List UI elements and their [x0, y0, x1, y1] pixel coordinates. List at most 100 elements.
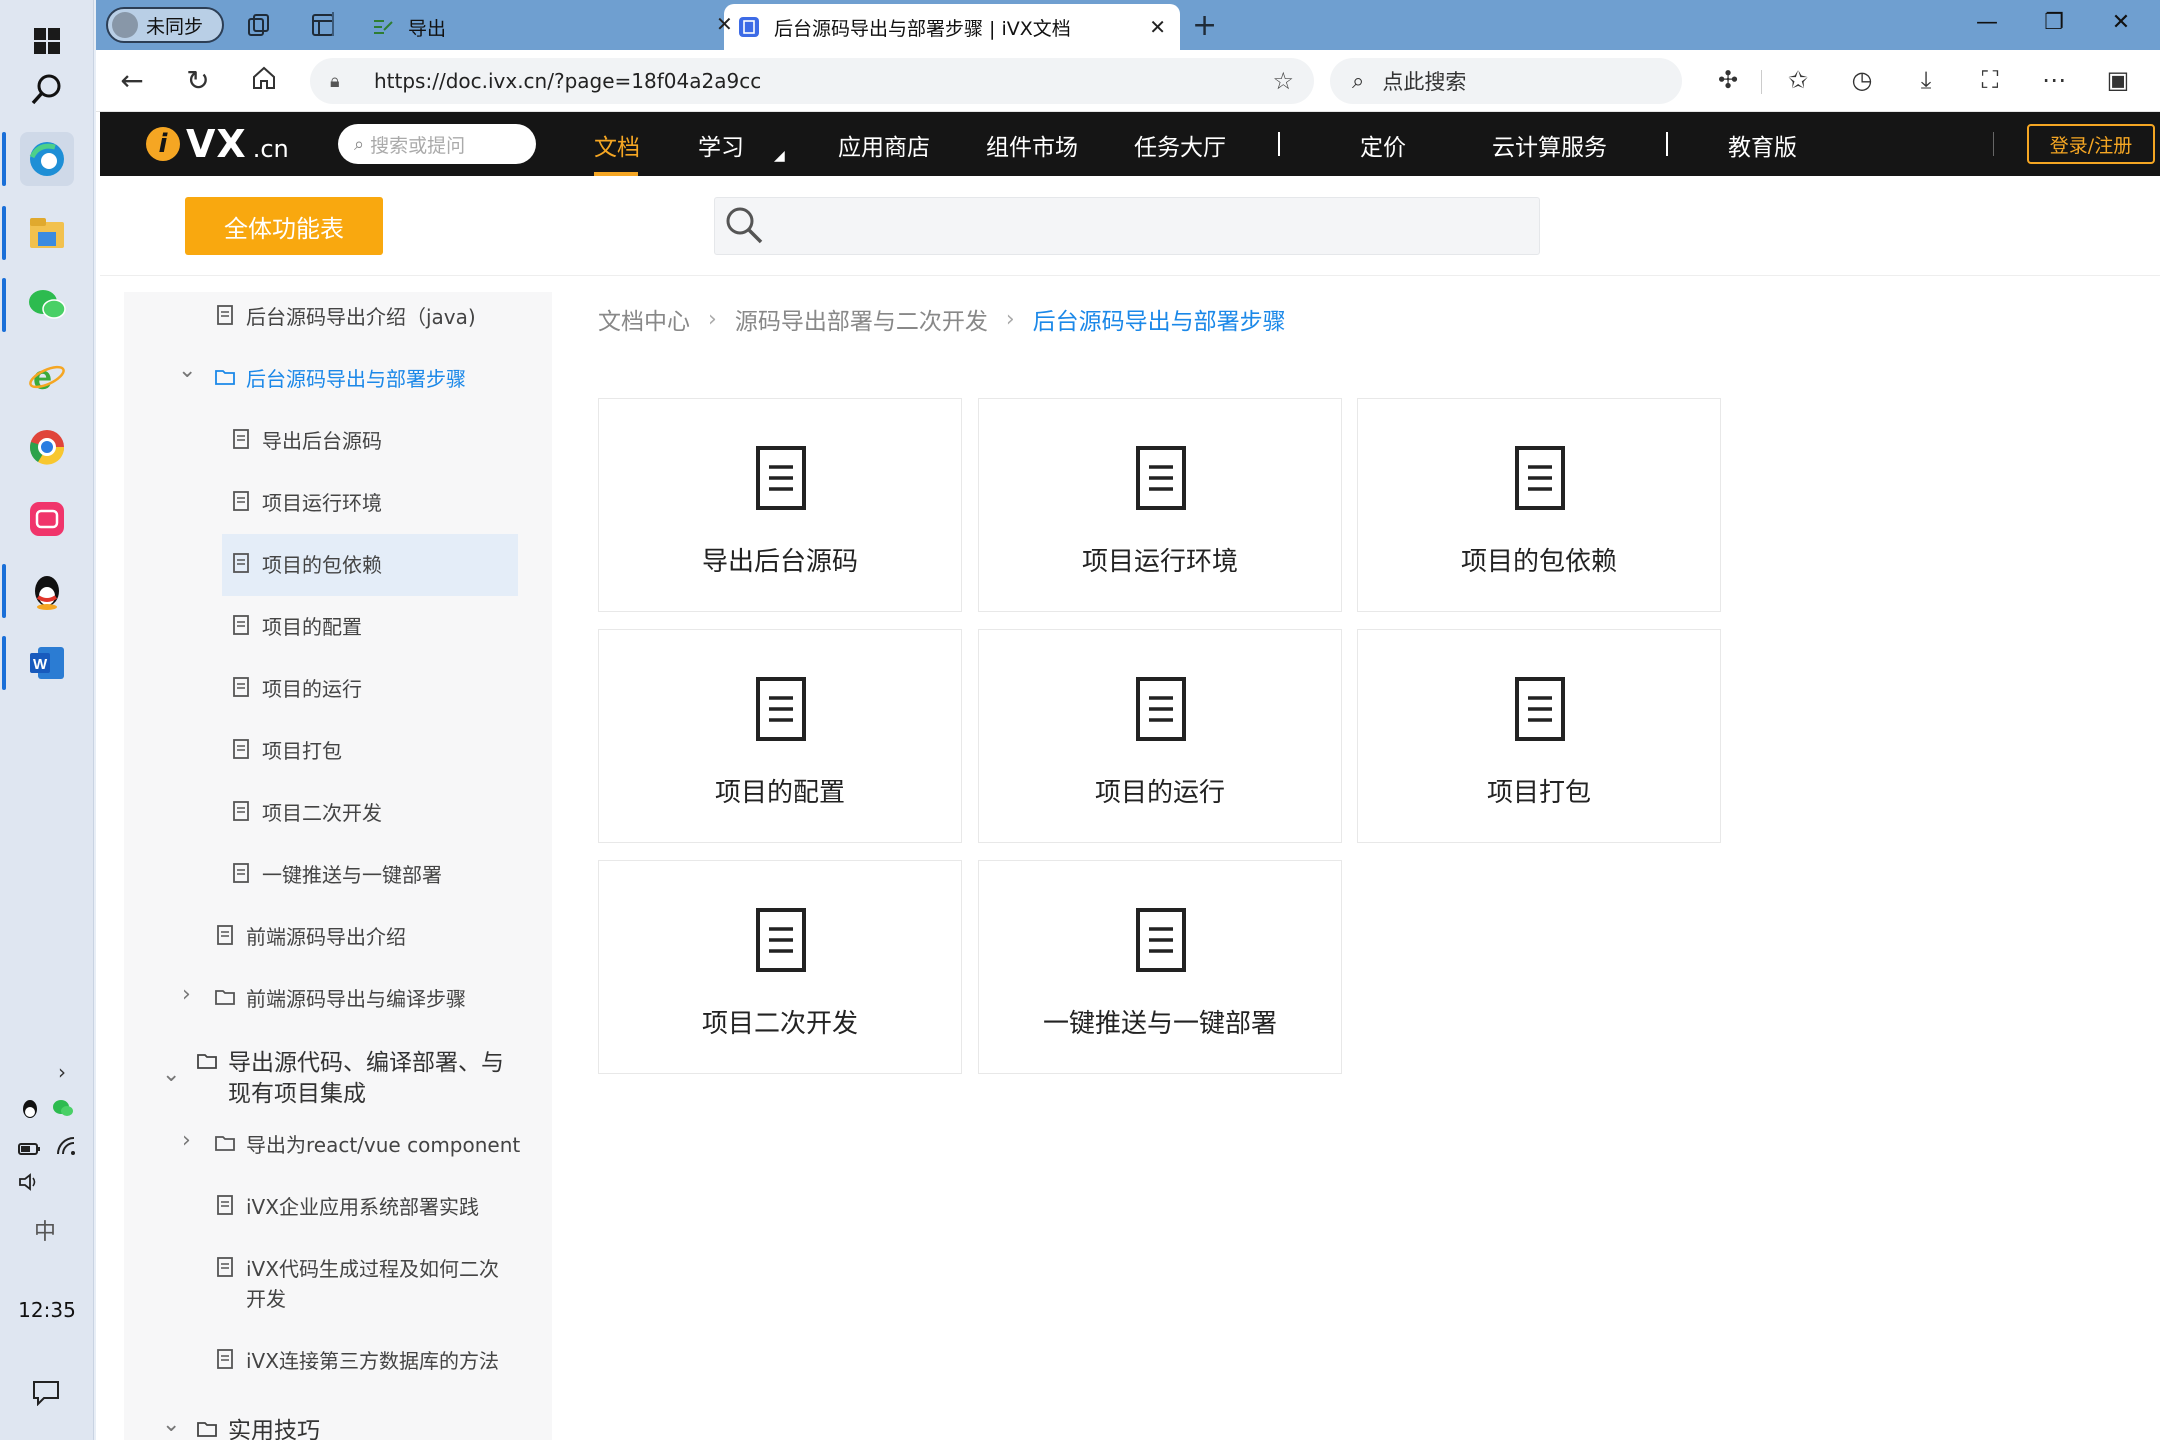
more-menu-icon[interactable]: ⋯: [2038, 66, 2070, 94]
extensions-icon[interactable]: ✣: [1712, 66, 1744, 94]
breadcrumb-doc-center[interactable]: 文档中心: [598, 302, 690, 336]
qq-tray-icon[interactable]: [20, 1098, 40, 1125]
sidebar-item-current-folder[interactable]: 后台源码导出与部署步骤: [214, 364, 466, 394]
search-icon[interactable]: [20, 62, 74, 116]
wechat-icon[interactable]: [20, 278, 74, 332]
doc-card[interactable]: 项目的配置: [598, 629, 962, 843]
sidebar-item[interactable]: 项目打包: [230, 736, 342, 766]
document-icon: [233, 429, 249, 449]
windows-taskbar: e W › 中 12:35: [0, 0, 94, 1440]
nav-education[interactable]: 教育版: [1728, 128, 1797, 162]
sidebar-item[interactable]: iVX连接第三方数据库的方法: [214, 1346, 499, 1376]
ie-browser-icon[interactable]: e: [20, 350, 74, 404]
restore-icon[interactable]: ❐: [2039, 10, 2069, 35]
word-icon[interactable]: W: [20, 636, 74, 690]
caret-down-icon[interactable]: ◢: [774, 148, 785, 164]
doc-card[interactable]: 项目的运行: [978, 629, 1342, 843]
nav-app-store[interactable]: 应用商店: [838, 128, 930, 162]
doc-search-input[interactable]: [714, 197, 1540, 255]
logo-badge: i: [146, 127, 180, 161]
sidebar-toggle-icon[interactable]: ▣: [2102, 66, 2134, 94]
document-icon: [233, 863, 249, 883]
sidebar-item[interactable]: 一键推送与一键部署: [230, 860, 442, 890]
doc-card[interactable]: 一键推送与一键部署: [978, 860, 1342, 1074]
sidebar-item[interactable]: 后台源码导出介绍（java): [214, 302, 476, 332]
doc-card[interactable]: 项目二次开发: [598, 860, 962, 1074]
doc-card-label: 导出后台源码: [701, 547, 858, 577]
url-text[interactable]: https://doc.ivx.cn/?page=18f04a2a9cc: [374, 69, 1272, 93]
doc-card[interactable]: 导出后台源码: [598, 398, 962, 612]
chrome-icon[interactable]: [20, 420, 74, 474]
windows-start-icon[interactable]: [20, 14, 74, 68]
sidebar-item[interactable]: 项目二次开发: [230, 798, 382, 828]
chevron-down-icon[interactable]: ⌄: [162, 1412, 180, 1437]
close-window-icon[interactable]: ✕: [2106, 10, 2136, 35]
volume-icon[interactable]: [18, 1172, 42, 1197]
downloads-icon[interactable]: ⤓: [1910, 66, 1942, 94]
sidebar-item-selected[interactable]: 项目的包依赖: [230, 550, 382, 580]
history-icon[interactable]: ◷: [1846, 66, 1878, 94]
doc-card[interactable]: 项目打包: [1357, 629, 1721, 843]
home-icon[interactable]: [248, 65, 280, 97]
sidebar-item[interactable]: 前端源码导出介绍: [214, 922, 406, 952]
breadcrumb-current[interactable]: 后台源码导出与部署步骤: [1033, 302, 1286, 336]
sidebar-item[interactable]: 项目运行环境: [230, 488, 382, 518]
chevron-right-icon[interactable]: ›: [182, 1128, 191, 1153]
tab-export[interactable]: 导出: [358, 4, 718, 50]
file-explorer-icon[interactable]: [20, 206, 74, 260]
sidebar-item-label: 导出源代码、编译部署、与现有项目集成: [228, 1050, 504, 1107]
nav-component-market[interactable]: 组件市场: [986, 128, 1078, 162]
app-tv-icon[interactable]: [20, 492, 74, 546]
refresh-icon[interactable]: ↻: [182, 65, 214, 97]
nav-docs[interactable]: 文档: [594, 128, 640, 162]
chevron-down-icon[interactable]: ⌄: [162, 1062, 180, 1087]
sidebar-item-folder[interactable]: 导出为react/vue component: [214, 1130, 520, 1160]
qq-icon[interactable]: [20, 564, 74, 618]
collections-icon[interactable]: [246, 12, 272, 38]
sidebar-item-folder[interactable]: 前端源码导出与编译步骤: [214, 984, 466, 1014]
wifi-icon[interactable]: [56, 1136, 78, 1161]
taskbar-clock[interactable]: 12:35: [0, 1298, 94, 1322]
back-icon[interactable]: ←: [116, 65, 148, 97]
nav-cloud[interactable]: 云计算服务: [1492, 128, 1607, 162]
nav-pricing[interactable]: 定价: [1360, 128, 1406, 162]
doc-card-label: 项目的配置: [714, 778, 845, 808]
profile-button[interactable]: 未同步: [106, 7, 224, 43]
ivx-logo[interactable]: i VX .cn: [146, 122, 289, 166]
chevron-right-icon[interactable]: ›: [182, 982, 191, 1007]
all-functions-button[interactable]: 全体功能表: [185, 197, 383, 255]
close-tab-icon[interactable]: ✕: [716, 12, 733, 36]
wechat-tray-icon[interactable]: [52, 1098, 74, 1122]
notification-icon[interactable]: [32, 1380, 60, 1411]
sidebar-item[interactable]: 项目的配置: [230, 612, 362, 642]
tab-ivx-docs[interactable]: 后台源码导出与部署步骤 | iVX文档 ✕: [724, 4, 1180, 50]
breadcrumb-source-export[interactable]: 源码导出部署与二次开发: [735, 302, 988, 336]
chevron-right-icon[interactable]: ›: [58, 1060, 66, 1084]
sidebar-item[interactable]: iVX代码生成过程及如何二次开发: [214, 1254, 514, 1314]
nav-task-hall[interactable]: 任务大厅: [1134, 128, 1226, 162]
new-tab-button[interactable]: +: [1192, 8, 1217, 43]
sidebar-item[interactable]: 导出后台源码: [230, 426, 382, 456]
address-bar[interactable]: 🔒︎ https://doc.ivx.cn/?page=18f04a2a9cc …: [310, 58, 1314, 104]
ime-indicator[interactable]: 中: [34, 1214, 56, 1246]
edge-browser-icon[interactable]: [20, 132, 74, 186]
nav-learn[interactable]: 学习: [698, 128, 744, 162]
favorites-icon[interactable]: ✩: [1782, 66, 1814, 94]
favorite-star-icon[interactable]: ☆: [1272, 67, 1294, 95]
sidebar-item[interactable]: iVX企业应用系统部署实践: [214, 1192, 479, 1222]
doc-card[interactable]: 项目运行环境: [978, 398, 1342, 612]
sidebar-item[interactable]: 项目的运行: [230, 674, 362, 704]
site-search-input[interactable]: ⌕ 搜索或提问: [338, 124, 536, 164]
browser-search-box[interactable]: ⌕ 点此搜索: [1330, 58, 1682, 104]
search-icon: ⌕: [354, 133, 365, 155]
screenshot-icon[interactable]: ⛶: [1974, 66, 2006, 94]
battery-icon[interactable]: [18, 1138, 42, 1162]
sidebar-section-folder[interactable]: 实用技巧: [196, 1416, 320, 1440]
login-register-button[interactable]: 登录/注册: [2027, 124, 2155, 164]
minimize-icon[interactable]: —: [1972, 10, 2002, 35]
doc-card[interactable]: 项目的包依赖: [1357, 398, 1721, 612]
chevron-down-icon[interactable]: ⌄: [178, 358, 196, 383]
close-tab-icon[interactable]: ✕: [1149, 15, 1166, 39]
lock-icon[interactable]: 🔒︎: [330, 71, 360, 92]
sidebar-section-folder[interactable]: 导出源代码、编译部署、与现有项目集成: [196, 1048, 526, 1110]
